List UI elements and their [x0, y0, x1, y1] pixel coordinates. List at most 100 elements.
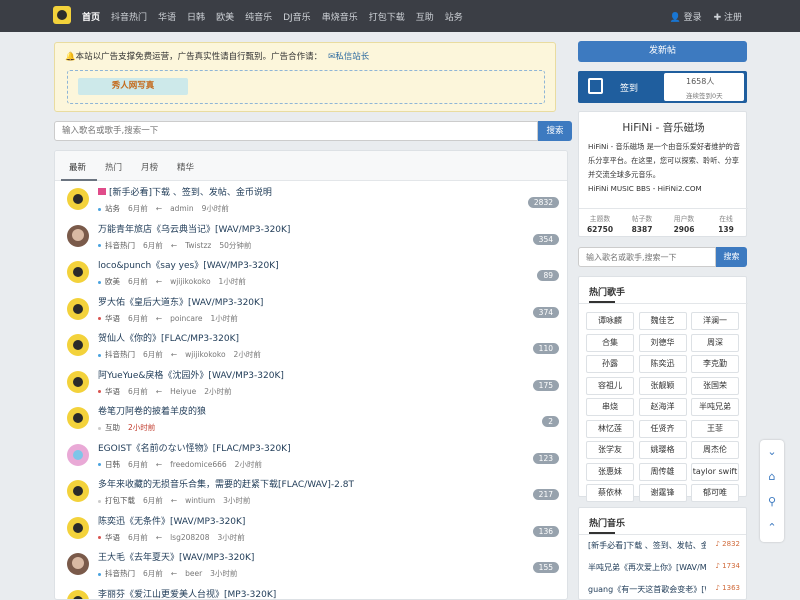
- singer-chip[interactable]: 容祖儿: [586, 376, 634, 395]
- thread-row[interactable]: [新手必看]下载 、签到、发帖、金币说明 站务 6月前 ← admin 9小时前 2832: [55, 182, 567, 218]
- singer-chip[interactable]: 陈奕迅: [638, 355, 687, 373]
- thread-category[interactable]: 站务: [105, 204, 120, 213]
- singer-chip[interactable]: taylor swift: [691, 462, 739, 481]
- search-icon[interactable]: ⚲: [760, 490, 784, 514]
- tab-latest[interactable]: 最新: [69, 161, 86, 173]
- thread-row[interactable]: 万能青年旅店《乌云典当记》[WAV/MP3-320K] 抖音热门 6月前 ← Twist…: [55, 219, 567, 255]
- thread-category[interactable]: 华语: [105, 314, 120, 323]
- avatar[interactable]: [67, 297, 89, 320]
- singer-chip[interactable]: 张学友: [586, 441, 634, 459]
- last-reply-user[interactable]: wjijikokoko: [185, 350, 225, 359]
- login-link[interactable]: 👤 登录: [669, 10, 701, 23]
- nav-item[interactable]: 纯音乐: [245, 10, 272, 23]
- singer-chip[interactable]: 周杰伦: [691, 441, 739, 459]
- last-reply-user[interactable]: wjijikokoko: [170, 277, 210, 286]
- last-reply-user[interactable]: wintium: [185, 496, 215, 505]
- singer-chip[interactable]: 张国荣: [691, 376, 739, 395]
- singer-chip[interactable]: 张靓颖: [638, 376, 687, 395]
- nav-item[interactable]: 华语: [158, 10, 176, 23]
- avatar[interactable]: [67, 224, 89, 247]
- singer-chip[interactable]: 蔡依林: [586, 484, 634, 502]
- hot-music-item[interactable]: [新手必看]下载 、签到、发帖、金币说明 ♪ 2832: [588, 540, 740, 551]
- singer-chip[interactable]: 刘德华: [638, 333, 687, 352]
- thread-title[interactable]: 贺仙人《你的》[FLAC/MP3-320K]: [98, 331, 239, 344]
- singer-chip[interactable]: 任贤齐: [638, 419, 687, 438]
- thread-title[interactable]: 王大毛《去年夏天》[WAV/MP3-320K]: [98, 550, 254, 563]
- ad-link[interactable]: 秀人网写真: [78, 78, 188, 95]
- thread-title[interactable]: EGOIST《名前のない怪物》[FLAC/MP3-320K]: [98, 441, 291, 454]
- avatar[interactable]: [67, 589, 89, 599]
- avatar[interactable]: [67, 370, 89, 393]
- avatar[interactable]: [67, 407, 89, 429]
- nav-item[interactable]: DJ音乐: [283, 10, 311, 23]
- singer-chip[interactable]: 串烧: [586, 398, 634, 416]
- thread-row[interactable]: 阿YueYue&戾格《沈园外》[WAV/MP3-320K] 华语 6月前 ← Heiyu…: [55, 365, 567, 401]
- hot-music-item[interactable]: 半吨兄弟《再次爱上你》[WAV/MP3-320K] ♪ 1734: [588, 562, 740, 573]
- avatar[interactable]: [67, 553, 89, 575]
- thread-title[interactable]: [新手必看]下载 、签到、发帖、金币说明: [98, 185, 272, 198]
- singer-chip[interactable]: 王菲: [691, 419, 739, 438]
- hot-music-item[interactable]: guang《有一天这首歌会变老》[WAV/MP3-320K] ♪ 1363: [588, 584, 740, 595]
- singer-chip[interactable]: 魏佳艺: [638, 312, 687, 330]
- thread-category[interactable]: 抖音热门: [105, 350, 135, 359]
- search-button[interactable]: 搜索: [538, 121, 572, 141]
- thread-row[interactable]: 卷笔刀阿卷的披着羊皮的狼 互助 2小时前 2: [55, 401, 567, 437]
- singer-chip[interactable]: 谭咏麟: [586, 312, 634, 330]
- thread-category[interactable]: 打包下载: [105, 496, 135, 505]
- message-admin-link[interactable]: ✉私信站长: [328, 52, 369, 62]
- thread-row[interactable]: EGOIST《名前のない怪物》[FLAC/MP3-320K] 日韩 6月前 ← free…: [55, 438, 567, 474]
- last-reply-user[interactable]: beer: [185, 569, 202, 578]
- nav-item[interactable]: 打包下载: [369, 10, 405, 23]
- thread-category[interactable]: 抖音热门: [105, 241, 135, 250]
- singer-chip[interactable]: 周深: [691, 333, 739, 352]
- search-input[interactable]: [54, 121, 538, 141]
- singer-chip[interactable]: 洋澜一: [691, 312, 739, 330]
- nav-item[interactable]: 抖音热门: [111, 10, 147, 23]
- avatar[interactable]: [67, 261, 89, 283]
- singer-chip[interactable]: 孙露: [586, 355, 634, 373]
- thread-category[interactable]: 华语: [105, 533, 120, 542]
- avatar[interactable]: [67, 334, 89, 356]
- thread-title[interactable]: 罗大佑《皇后大道东》[WAV/MP3-320K]: [98, 295, 263, 308]
- avatar[interactable]: [67, 443, 89, 466]
- new-post-button[interactable]: 发新帖: [578, 41, 747, 62]
- chevron-up-icon[interactable]: ⌃: [760, 516, 784, 540]
- singer-chip[interactable]: 合集: [586, 333, 634, 352]
- thread-title[interactable]: 万能青年旅店《乌云典当记》[WAV/MP3-320K]: [98, 222, 290, 235]
- singer-chip[interactable]: 郁可唯: [691, 484, 739, 502]
- singer-chip[interactable]: 张惠妹: [586, 462, 634, 481]
- thread-row[interactable]: loco&punch《say yes》[WAV/MP3-320K] 欧美 6月前 ← w…: [55, 255, 567, 291]
- tab-hot[interactable]: 热门: [105, 161, 122, 173]
- thread-title[interactable]: loco&punch《say yes》[WAV/MP3-320K]: [98, 258, 279, 271]
- nav-item[interactable]: 首页: [82, 10, 100, 23]
- thread-row[interactable]: 陈奕迅《无条件》[WAV/MP3-320K] 华语 6月前 ← lsg208208 3小时…: [55, 511, 567, 547]
- thread-row[interactable]: 多年来收藏的无损音乐合集，需要的赶紧下载[FLAC/WAV]-2.8T 打包下载 6…: [55, 474, 567, 510]
- thread-title[interactable]: 多年来收藏的无损音乐合集，需要的赶紧下载[FLAC/WAV]-2.8T: [98, 477, 354, 490]
- thread-row[interactable]: 贺仙人《你的》[FLAC/MP3-320K] 抖音热门 6月前 ← wjijikokok…: [55, 328, 567, 364]
- singer-chip[interactable]: 赵海洋: [638, 398, 687, 416]
- last-reply-user[interactable]: Heiyue: [170, 387, 196, 396]
- nav-item[interactable]: 欧美: [216, 10, 234, 23]
- singer-chip[interactable]: 半吨兄弟: [691, 398, 739, 416]
- singer-chip[interactable]: 林忆莲: [586, 419, 634, 438]
- thread-category[interactable]: 互助: [105, 423, 120, 432]
- tab-monthly[interactable]: 月榜: [141, 161, 158, 173]
- sidebar-search-input[interactable]: [578, 247, 716, 267]
- thread-title[interactable]: 阿YueYue&戾格《沈园外》[WAV/MP3-320K]: [98, 368, 284, 381]
- sidebar-search-button[interactable]: 搜索: [716, 247, 747, 267]
- nav-item[interactable]: 日韩: [187, 10, 205, 23]
- last-reply-user[interactable]: lsg208208: [170, 533, 209, 542]
- thread-category[interactable]: 抖音热门: [105, 569, 135, 578]
- avatar[interactable]: [67, 480, 89, 502]
- last-reply-user[interactable]: poincare: [170, 314, 202, 323]
- nav-item[interactable]: 串烧音乐: [322, 10, 358, 23]
- site-logo[interactable]: [53, 6, 71, 24]
- thread-title[interactable]: 李丽芬《爱江山更爱美人台视》[MP3-320K]: [98, 587, 276, 600]
- nav-item[interactable]: 站务: [445, 10, 463, 23]
- avatar[interactable]: [67, 516, 89, 539]
- singer-chip[interactable]: 周传雄: [638, 462, 687, 481]
- thread-title[interactable]: 陈奕迅《无条件》[WAV/MP3-320K]: [98, 514, 245, 527]
- thread-row[interactable]: 李丽芬《爱江山更爱美人台视》[MP3-320K]华语: [55, 584, 567, 600]
- thread-row[interactable]: 罗大佑《皇后大道东》[WAV/MP3-320K] 华语 6月前 ← poincare 1小…: [55, 292, 567, 328]
- last-reply-user[interactable]: Twistzz: [185, 241, 211, 250]
